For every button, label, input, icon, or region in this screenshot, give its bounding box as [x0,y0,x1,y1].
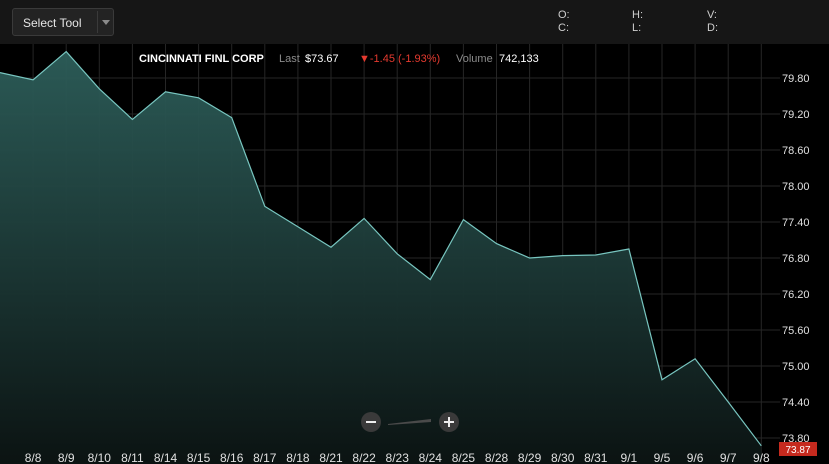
high-label: H: [632,9,643,21]
last-price-badge: 73.87 [779,442,817,456]
x-tick-label: 8/9 [58,451,75,464]
x-tick-label: 8/11 [121,451,144,464]
select-tool-label: Select Tool [23,16,82,30]
dropdown-divider [97,11,98,33]
x-tick-label: 8/22 [352,451,376,464]
dividend-label: D: [707,22,718,34]
x-tick-label: 9/5 [654,451,671,464]
x-tick-label: 8/24 [419,451,443,464]
y-tick-label: 78.60 [782,145,810,157]
last-price-tag: 73.87 [785,445,810,456]
y-tick-label: 75.60 [782,325,810,337]
select-tool-dropdown[interactable]: Select Tool [12,8,114,36]
last-label: Last [279,53,300,65]
x-tick-label: 8/29 [518,451,542,464]
x-tick-label: 9/1 [621,451,638,464]
y-axis: 79.80 79.20 78.60 78.00 77.40 76.80 76.20 75.60… [782,73,810,445]
x-tick-label: 8/14 [154,451,178,464]
x-tick-label: 8/15 [187,451,211,464]
zoom-in-icon[interactable] [439,412,459,432]
y-tick-label: 79.20 [782,109,810,121]
x-tick-label: 8/31 [584,451,608,464]
x-tick-label: 8/16 [220,451,244,464]
y-tick-label: 79.80 [782,73,810,85]
x-tick-label: 8/23 [386,451,410,464]
x-tick-label: 9/6 [687,451,704,464]
x-tick-label: 8/30 [551,451,575,464]
toolbar: Select Tool O: H: V: C: L: D: [0,0,829,44]
chevron-down-icon[interactable] [102,20,110,25]
x-axis: 8/8 8/9 8/10 8/11 8/14 8/15 8/16 8/17 8/18 8/21 8/… [25,451,770,464]
symbol-name: CINCINNATI FINL CORP [139,53,264,65]
x-tick-label: 8/21 [319,451,343,464]
x-tick-label: 8/18 [286,451,310,464]
open-label: O: [558,9,570,21]
volume-short-label: V: [707,9,717,21]
y-tick-label: 76.80 [782,253,810,265]
price-chart[interactable]: 79.80 79.20 78.60 78.00 77.40 76.80 76.20 75.60… [0,44,829,464]
y-tick-label: 75.00 [782,361,810,373]
x-tick-label: 8/8 [25,451,42,464]
volume-label: Volume [456,53,493,65]
x-tick-label: 9/8 [753,451,770,464]
x-tick-label: 8/25 [452,451,476,464]
x-tick-label: 8/28 [485,451,509,464]
close-label: C: [558,22,569,34]
last-price: $73.67 [305,53,339,65]
y-tick-label: 74.40 [782,397,810,409]
volume-value: 742,133 [499,53,539,65]
x-tick-label: 8/17 [253,451,277,464]
x-tick-label: 9/7 [720,451,737,464]
zoom-out-icon[interactable] [361,412,381,432]
y-tick-label: 76.20 [782,289,810,301]
y-tick-label: 77.40 [782,217,810,229]
low-label: L: [632,22,642,34]
y-tick-label: 78.00 [782,181,810,193]
price-change: ▼-1.45 (-1.93%) [359,53,440,65]
x-tick-label: 8/10 [88,451,112,464]
